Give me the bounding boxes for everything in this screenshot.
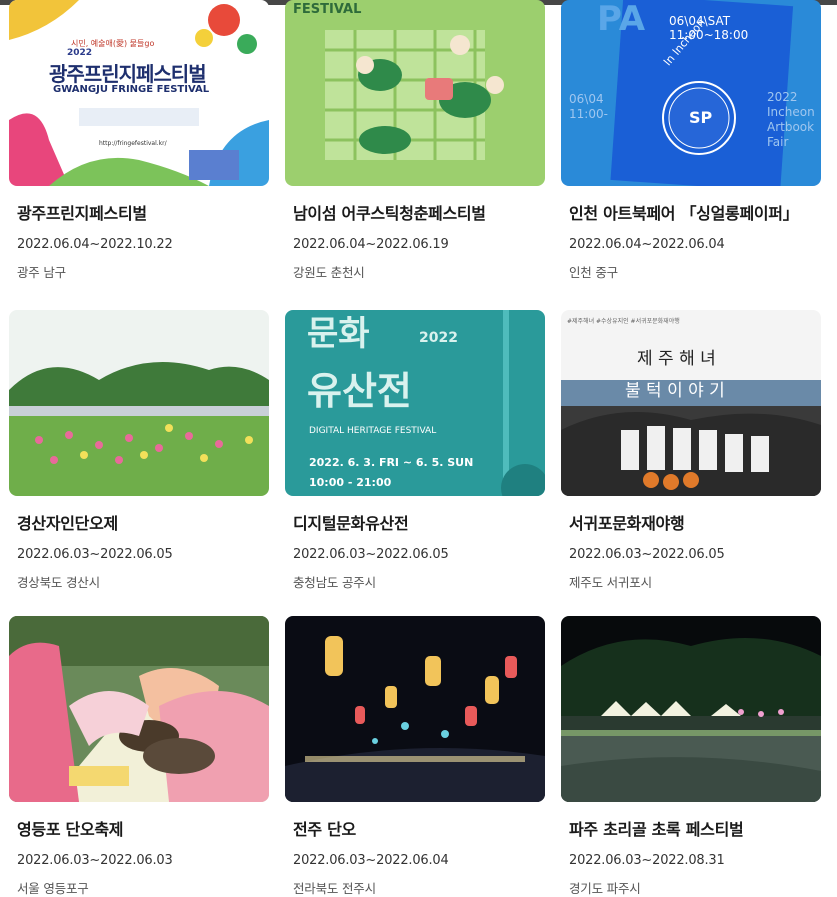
poster-image [285,0,545,186]
festival-dates: 2022.06.03~2022.06.05 [569,547,725,562]
festival-dates: 2022.06.03~2022.06.05 [17,547,173,562]
festival-title[interactable]: 파주 초리골 초록 페스티벌 [569,816,821,840]
festival-thumbnail[interactable] [9,310,269,496]
festival-dates: 2022.06.04~2022.06.19 [293,237,449,252]
poster-line2: 불 턱 이 야 기 [625,381,725,401]
festival-thumbnail[interactable]: PA 06\04\SAT 11:00~18:00 In Incheon SP 2… [561,0,821,186]
festival-title[interactable]: 영등포 단오축제 [17,816,269,840]
festival-title[interactable]: 경산자인단오제 [17,510,269,534]
poster-url: http://fringefestival.kr/ [99,140,167,147]
festival-title[interactable]: 디지털문화유산전 [293,510,545,534]
poster-year: 2022 [67,48,93,58]
festival-region: 서울 영등포구 [17,881,89,896]
festival-region: 경상북도 경산시 [17,575,100,590]
festival-dates: 2022.06.04~2022.10.22 [17,237,173,252]
festival-title[interactable]: 인천 아트북페어 「싱얼롱페이퍼」 [569,200,821,224]
poster-badge: SP [689,108,713,127]
poster-right-text: 2022 Incheon Artbook Fair [767,90,815,149]
poster-line1: 제 주 해 녀 [637,349,716,369]
festival-card[interactable]: 영등포 단오축제 2022.06.03~2022.06.03 서울 영등포구 [9,616,269,897]
festival-region: 전라북도 전주시 [293,881,376,896]
poster-hashtags: #제주해녀 #수상유지인 #서귀포문화재야행 [567,318,680,325]
festival-card[interactable]: 파주 초리골 초록 페스티벌 2022.06.03~2022.08.31 경기도… [561,616,821,897]
poster-headline: 광주프린지페스티벌 [49,62,207,86]
festival-title[interactable]: 광주프린지페스티벌 [17,200,269,224]
festival-thumbnail[interactable]: FESTIVAL [285,0,545,186]
festival-card[interactable]: PA 06\04\SAT 11:00~18:00 In Incheon SP 2… [561,0,821,281]
poster-image [9,616,269,802]
festival-region: 경기도 파주시 [569,881,641,896]
festival-card[interactable]: 2022 광주프린지페스티벌 GWANGJU FRINGE FESTIVAL 시… [9,0,269,281]
festival-region: 제주도 서귀포시 [569,575,652,590]
poster-image [561,616,821,802]
poster-subtitle: DIGITAL HERITAGE FESTIVAL [309,426,437,436]
festival-thumbnail[interactable]: 2022 광주프린지페스티벌 GWANGJU FRINGE FESTIVAL 시… [9,0,269,186]
festival-card[interactable]: 전주 단오 2022.06.03~2022.06.04 전라북도 전주시 [285,616,545,897]
festival-dates: 2022.06.03~2022.06.03 [17,853,173,868]
festival-thumbnail[interactable]: #제주해녀 #수상유지인 #서귀포문화재야행 제 주 해 녀 불 턱 이 야 기 [561,310,821,496]
festival-card[interactable]: #제주해녀 #수상유지인 #서귀포문화재야행 제 주 해 녀 불 턱 이 야 기… [561,310,821,591]
festival-region: 광주 남구 [17,265,66,280]
festival-title[interactable]: 서귀포문화재야행 [569,510,821,534]
festival-thumbnail[interactable]: 문화 2022 유산전 DIGITAL HERITAGE FESTIVAL 20… [285,310,545,496]
festival-title[interactable]: 남이섬 어쿠스틱청춘페스티벌 [293,200,545,224]
festival-dates: 2022.06.03~2022.08.31 [569,853,725,868]
festival-dates: 2022.06.04~2022.06.04 [569,237,725,252]
svg-text:PA: PA [597,0,646,39]
poster-headline: FESTIVAL [293,2,362,17]
poster-time: 10:00 - 21:00 [309,476,392,489]
festival-dates: 2022.06.03~2022.06.04 [293,853,449,868]
festival-card[interactable]: FESTIVAL 남이섬 어쿠스틱청춘페스티벌 2022.06.04~2022.… [285,0,545,281]
festival-title[interactable]: 전주 단오 [293,816,545,840]
poster-line2: 유산전 [307,369,412,413]
festival-dates: 2022.06.03~2022.06.05 [293,547,449,562]
poster-image [285,616,545,802]
poster-line1: 문화 [307,314,370,354]
festival-thumbnail[interactable] [9,616,269,802]
poster-subtitle: GWANGJU FRINGE FESTIVAL [53,84,210,95]
poster-date: 2022. 6. 3. FRI ~ 6. 5. SUN [309,456,474,469]
poster-slogan: 시민, 예술애(愛) 물들go [71,39,155,48]
festival-card[interactable]: 경산자인단오제 2022.06.03~2022.06.05 경상북도 경산시 [9,310,269,591]
festival-region: 인천 중구 [569,265,618,280]
poster-year: 2022 [419,330,458,346]
poster-left-text: 06\04 11:00- [569,92,608,121]
festival-thumbnail[interactable] [561,616,821,802]
poster-image [561,310,821,496]
poster-image [9,310,269,496]
festival-region: 충청남도 공주시 [293,575,376,590]
festival-region: 강원도 춘천시 [293,265,365,280]
festival-card[interactable]: 문화 2022 유산전 DIGITAL HERITAGE FESTIVAL 20… [285,310,545,591]
festival-thumbnail[interactable] [285,616,545,802]
